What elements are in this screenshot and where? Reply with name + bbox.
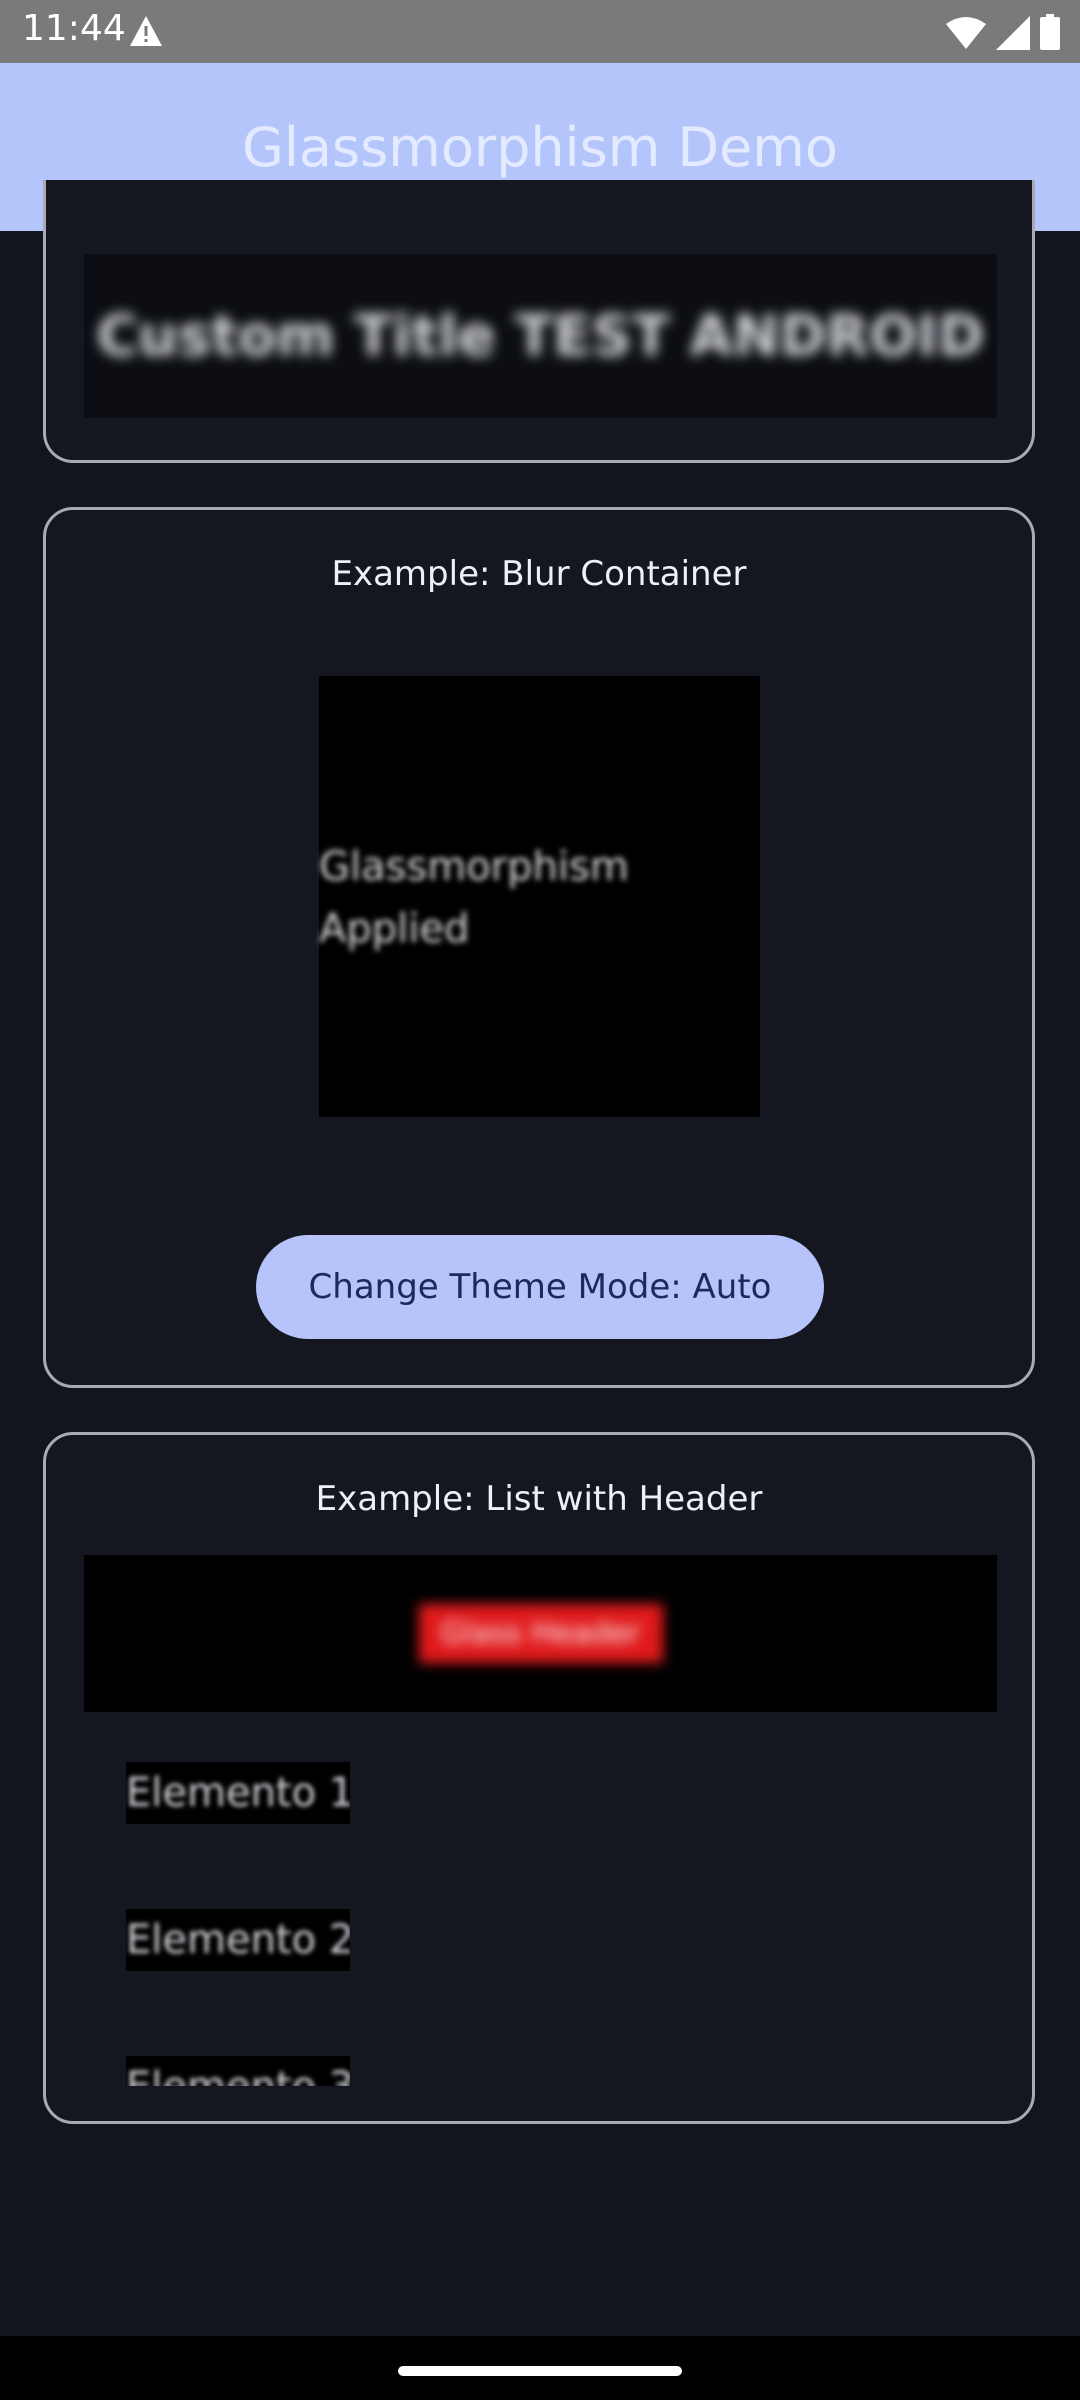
- navigation-bar: [0, 2336, 1080, 2400]
- status-bar: 11:44: [0, 0, 1080, 63]
- list-header: Glass Header: [84, 1555, 997, 1712]
- signal-icon: [996, 16, 1030, 50]
- custom-title-card: Custom Title TEST ANDROID: [43, 180, 1035, 463]
- battery-icon: [1040, 14, 1060, 50]
- list-header-label: Glass Header: [418, 1604, 663, 1663]
- card-title-list-with-header: Example: List with Header: [315, 1479, 763, 1519]
- wifi-icon: [946, 17, 986, 49]
- list-item[interactable]: Elemento 2: [126, 1909, 350, 1971]
- list-item[interactable]: Elemento 1: [126, 1762, 350, 1824]
- list-item-label: Elemento 2: [126, 1917, 350, 1963]
- card-title-blur-container: Example: Blur Container: [331, 554, 747, 594]
- change-theme-mode-button[interactable]: Change Theme Mode: Auto: [256, 1235, 824, 1339]
- status-time: 11:44: [22, 8, 126, 49]
- blur-container-text: Glassmorphism Applied: [319, 844, 629, 952]
- app-title: Glassmorphism Demo: [242, 115, 838, 179]
- blur-container: Glassmorphism Applied: [319, 676, 760, 1117]
- list-item-label: Elemento 3: [126, 2056, 350, 2086]
- list-item[interactable]: Elemento 3: [126, 2056, 350, 2086]
- custom-title-text: Custom Title TEST ANDROID: [96, 303, 985, 369]
- list-with-header-card: Example: List with Header Glass Header E…: [43, 1432, 1035, 2124]
- custom-title-box: Custom Title TEST ANDROID: [84, 254, 997, 418]
- list-item-label: Elemento 1: [126, 1770, 350, 1816]
- blur-container-card: Example: Blur Container Glassmorphism Ap…: [43, 507, 1035, 1388]
- status-icons: [946, 14, 1060, 50]
- warning-icon: [130, 16, 162, 46]
- home-gesture-handle[interactable]: [398, 2366, 682, 2376]
